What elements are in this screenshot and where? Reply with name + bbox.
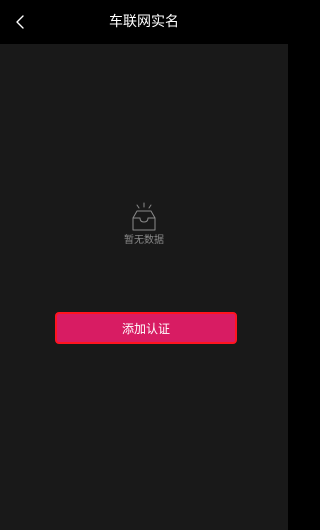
nav-bar: 车联网实名 — [0, 0, 288, 44]
chevron-left-icon — [16, 15, 24, 29]
add-certification-label: 添加认证 — [121, 321, 170, 336]
back-button[interactable] — [4, 6, 36, 38]
empty-state-text: 暂无数据 — [124, 235, 164, 246]
content-area: 暂无数据 添加认证 — [0, 44, 288, 530]
empty-state: 暂无数据 — [0, 202, 288, 247]
add-certification-button[interactable]: 添加认证 — [55, 312, 237, 344]
app-screen: 车联网实名 暂无数据 添加认证 — [0, 0, 288, 530]
empty-tray-icon — [132, 202, 156, 231]
page-title: 车联网实名 — [109, 14, 179, 30]
